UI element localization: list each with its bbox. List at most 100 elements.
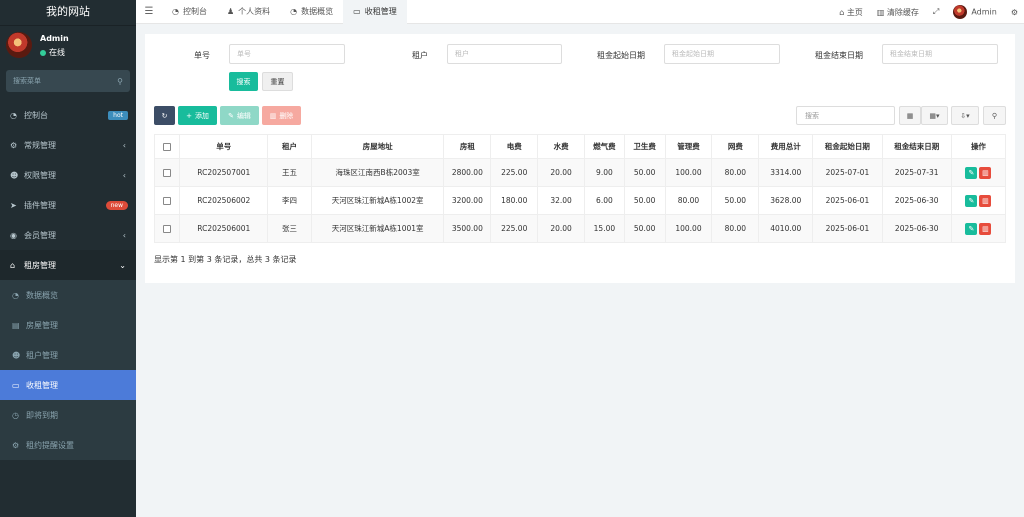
column-header[interactable]: 房屋地址 (310, 134, 445, 159)
row-select-cell (153, 186, 181, 215)
online-dot-icon (40, 49, 46, 56)
tab-label: 控制台 (182, 7, 207, 16)
row-select-cell (153, 158, 181, 187)
topbar-right: ⌂ 主页 ▥ 清除缓存 ⤢ Admin ⚙ (839, 0, 1018, 24)
start-date-input[interactable] (664, 44, 780, 64)
row-delete-button[interactable]: ▥ (979, 166, 992, 179)
refresh-button[interactable]: ↻ (154, 106, 175, 125)
column-header[interactable]: 租金结束日期 (881, 134, 952, 159)
menu-toggle-icon[interactable]: ☰ (136, 6, 162, 17)
main-panel: 单号 租户 租金起始日期 租金结束日期 搜索 重置 ↻ + 添加 ✎ 编辑 ▥ … (145, 34, 1015, 283)
tenant-input[interactable] (447, 44, 562, 64)
table-row[interactable]: RC202507001 王五 海珠区江南西B栋2003室 2800.00 225… (153, 158, 1007, 187)
sidebar-item-data-overview[interactable]: ◔ 数据概览 (0, 280, 136, 310)
table-cell: 2025-06-01 (812, 186, 883, 215)
end-date-input[interactable] (882, 44, 998, 64)
user-status-label: 在线 (49, 48, 65, 57)
row-checkbox[interactable] (163, 225, 172, 233)
row-edit-button[interactable]: ✎ (965, 166, 978, 179)
search-button[interactable]: 搜索 (229, 72, 258, 91)
home-link[interactable]: ⌂ 主页 (839, 7, 863, 18)
table-cell: 32.00 (537, 186, 586, 215)
dashboard-icon: ◔ (12, 290, 19, 300)
column-header[interactable]: 单号 (179, 134, 269, 159)
menu-search-input[interactable] (13, 77, 103, 85)
sidebar-item-label: 房屋管理 (26, 320, 58, 330)
table-row[interactable]: RC202506001 张三 天河区珠江新城A栋1001室 3500.00 22… (153, 214, 1007, 243)
sidebar-item-label: 常规管理 (24, 140, 56, 150)
columns-dropdown[interactable]: ▦▾ (921, 106, 948, 125)
search-icon[interactable]: ⚲ (117, 77, 123, 86)
clear-cache-link[interactable]: ▥ 清除缓存 (877, 7, 919, 18)
user-menu[interactable]: Admin (953, 5, 997, 19)
column-header[interactable]: 管理费 (664, 134, 713, 159)
table-cell: 80.00 (711, 158, 760, 187)
table-cell: 2800.00 (443, 158, 492, 187)
user-status: 在线 (40, 47, 65, 58)
building-icon: ▤ (12, 320, 20, 330)
grid-icon: ▦▾ (929, 111, 940, 120)
tab-data-overview[interactable]: ◔ 数据概览 (280, 0, 343, 24)
sidebar-item-tenant[interactable]: ☻ 租户管理 (0, 340, 136, 370)
sidebar-item-members[interactable]: ◉ 会员管理 ‹ (0, 220, 136, 250)
column-header[interactable]: 租户 (267, 134, 312, 159)
sidebar-item-expiring[interactable]: ◷ 即将到期 (0, 400, 136, 430)
row-delete-button[interactable]: ▥ (979, 194, 992, 207)
start-date-label: 租金起始日期 (597, 51, 645, 60)
fullscreen-icon[interactable]: ⤢ (933, 7, 939, 17)
sidebar-item-addons[interactable]: ➤ 插件管理 new (0, 190, 136, 220)
column-header[interactable]: 卫生费 (623, 134, 666, 159)
column-header[interactable]: 网费 (711, 134, 760, 159)
column-header[interactable]: 费用总计 (758, 134, 814, 159)
table-cell: 2025-07-01 (812, 158, 883, 187)
advanced-search-button[interactable]: ⚲ (983, 106, 1006, 125)
table-cell: 天河区珠江新城A栋1002室 (310, 186, 445, 215)
tab-rent-collection[interactable]: ▭ 收租管理 (343, 0, 407, 24)
row-checkbox[interactable] (163, 169, 172, 177)
user-circle-icon: ◉ (10, 230, 17, 240)
tab-profile[interactable]: ♟ 个人资料 (217, 0, 280, 24)
column-header[interactable]: 燃气费 (584, 134, 625, 159)
row-delete-button[interactable]: ▥ (979, 222, 992, 235)
table-cell: 9.00 (584, 158, 625, 187)
sidebar-item-label: 租约提醒设置 (26, 440, 74, 450)
chevron-left-icon: ‹ (122, 170, 126, 180)
toggle-view-button[interactable]: ▦ (899, 106, 921, 125)
row-edit-button[interactable]: ✎ (965, 222, 978, 235)
column-header[interactable]: 房租 (443, 134, 492, 159)
column-header[interactable]: 租金起始日期 (812, 134, 883, 159)
sidebar-item-general[interactable]: ⚙ 常规管理 ‹ (0, 130, 136, 160)
edit-button[interactable]: ✎ 编辑 (220, 106, 259, 125)
column-header: 操作 (950, 134, 1007, 159)
reset-button[interactable]: 重置 (262, 72, 293, 91)
sidebar-item-dashboard[interactable]: ◔ 控制台 hot (0, 100, 136, 130)
select-all-checkbox[interactable] (163, 143, 172, 151)
settings-gear-icon[interactable]: ⚙ (1011, 8, 1018, 17)
column-header[interactable]: 水费 (537, 134, 586, 159)
bill-no-input[interactable] (229, 44, 345, 64)
topbar: ☰ ◔ 控制台 ♟ 个人资料 ◔ 数据概览 ▭ 收租管理 ⌂ 主页 ▥ 清除缓存… (136, 0, 1024, 24)
row-edit-button[interactable]: ✎ (965, 194, 978, 207)
site-logo[interactable]: 我的网站 (0, 0, 136, 26)
clear-cache-label: 清除缓存 (886, 7, 919, 17)
sidebar-item-label: 即将到期 (26, 410, 58, 420)
table-search-input[interactable] (796, 106, 895, 125)
add-button[interactable]: + 添加 (178, 106, 217, 125)
money-icon: ▭ (12, 380, 20, 390)
sidebar-item-house[interactable]: ▤ 房屋管理 (0, 310, 136, 340)
column-header[interactable]: 电费 (490, 134, 539, 159)
table-cell: 15.00 (584, 214, 625, 243)
table-cell: 50.00 (711, 186, 760, 215)
sidebar-item-auth[interactable]: ☻ 权限管理 ‹ (0, 160, 136, 190)
sidebar-item-lease-reminder[interactable]: ⚙ 租约提醒设置 (0, 430, 136, 460)
end-date-label: 租金结束日期 (815, 51, 863, 60)
export-dropdown[interactable]: ⇩▾ (951, 106, 979, 125)
tab-label: 收租管理 (364, 7, 397, 16)
sidebar-item-rental[interactable]: ⌂ 租房管理 ⌄ (0, 250, 136, 280)
tab-dashboard[interactable]: ◔ 控制台 (162, 0, 217, 24)
row-checkbox[interactable] (163, 197, 172, 205)
tab-label: 数据概览 (301, 7, 334, 16)
delete-button[interactable]: ▥ 删除 (262, 106, 301, 125)
sidebar-item-rent-collection[interactable]: ▭ 收租管理 (0, 370, 136, 400)
table-row[interactable]: RC202506002 李四 天河区珠江新城A栋1002室 3200.00 18… (153, 186, 1007, 215)
